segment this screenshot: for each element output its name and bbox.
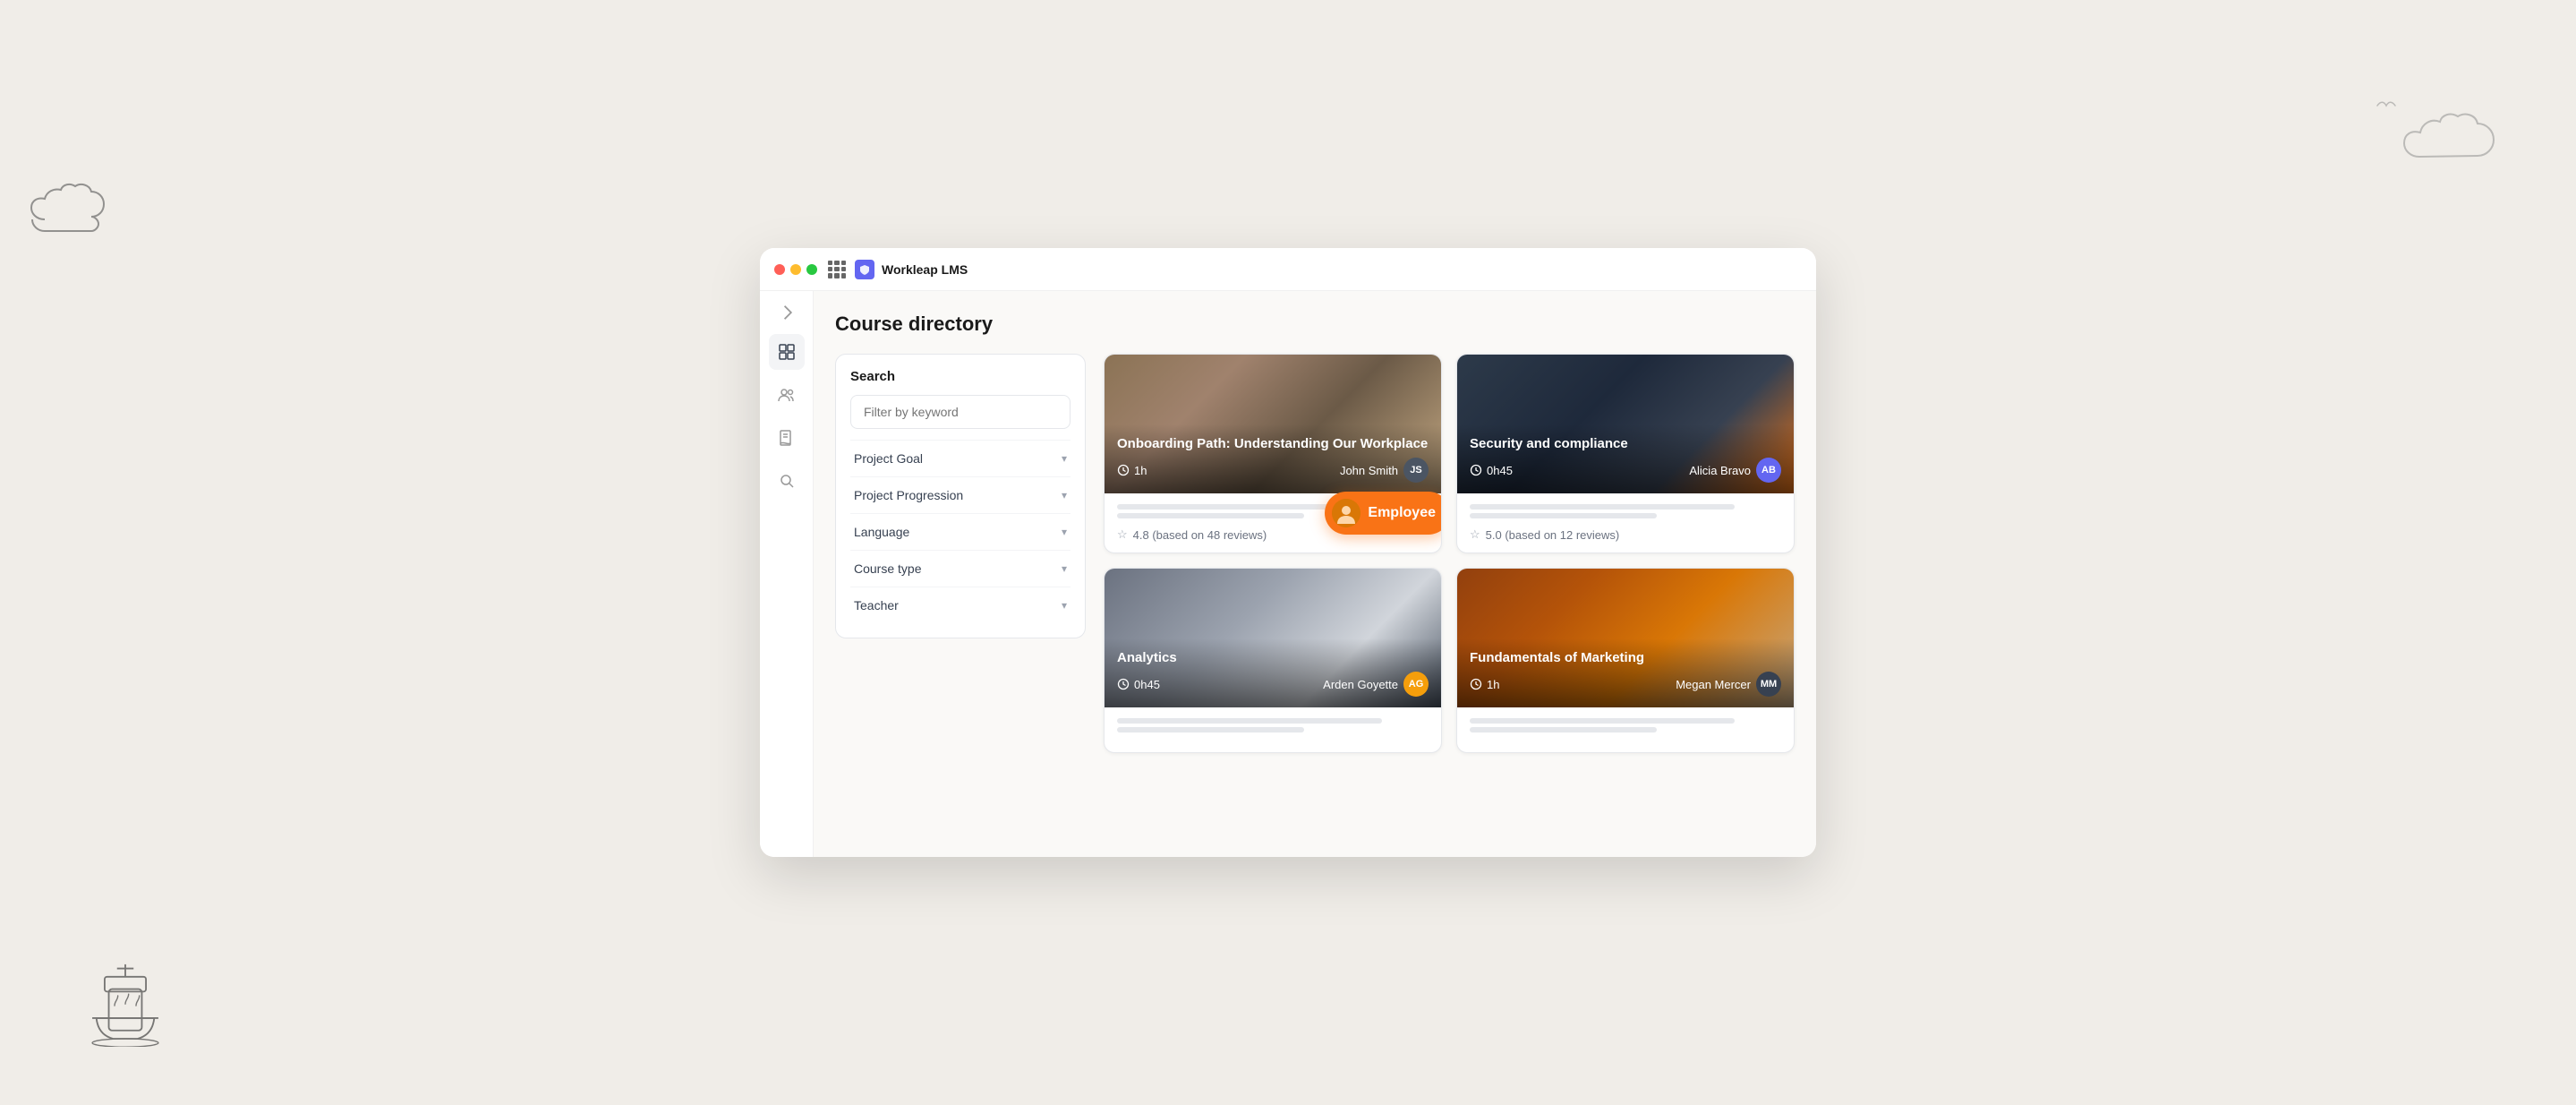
teacher-avatar-ab: AB xyxy=(1756,458,1781,483)
filter-panel: Search Project Goal ▾ Project Progressio… xyxy=(835,354,1086,638)
course-meta-3: 0h45 Arden Goyette AG xyxy=(1117,672,1429,697)
employee-label: Employee xyxy=(1368,505,1436,521)
rating-bar-6 xyxy=(1117,727,1304,732)
rating-bars-4 xyxy=(1470,718,1781,732)
sidebar-item-grid[interactable] xyxy=(769,334,805,370)
chevron-down-icon: ▾ xyxy=(1062,489,1067,501)
filter-item-language[interactable]: Language ▾ xyxy=(850,513,1070,550)
maximize-dot[interactable] xyxy=(806,264,817,275)
course-overlay-2: Security and compliance 0h45 xyxy=(1457,424,1794,494)
course-title-2: Security and compliance xyxy=(1470,435,1781,453)
cloud-decoration-left xyxy=(27,179,134,233)
teacher-avatar-ag: AG xyxy=(1403,672,1429,697)
page-title: Course directory xyxy=(835,313,1795,336)
course-card-image-4: Fundamentals of Marketing 1h xyxy=(1457,569,1794,707)
filter-label-course-type: Course type xyxy=(854,561,921,576)
star-icon: ☆ xyxy=(1117,527,1128,542)
star-icon: ☆ xyxy=(1470,527,1480,542)
course-card-2[interactable]: Security and compliance 0h45 xyxy=(1456,354,1795,553)
sidebar-expand-button[interactable] xyxy=(776,302,798,323)
rating-bars-3 xyxy=(1117,718,1429,732)
course-card-image-2: Security and compliance 0h45 xyxy=(1457,355,1794,493)
course-duration-3: 0h45 xyxy=(1117,678,1160,691)
app-grid-icon xyxy=(828,261,846,278)
rating-bar-3 xyxy=(1470,504,1735,510)
sidebar xyxy=(760,291,814,857)
employee-tooltip: Employee xyxy=(1325,492,1442,535)
window-controls xyxy=(774,264,817,275)
sidebar-item-book[interactable] xyxy=(769,420,805,456)
filter-keyword-input[interactable] xyxy=(850,395,1070,429)
filter-item-course-type[interactable]: Course type ▾ xyxy=(850,550,1070,587)
rating-bar-8 xyxy=(1470,727,1657,732)
app-window: Workleap LMS xyxy=(760,248,1816,857)
title-bar: Workleap LMS xyxy=(760,248,1816,291)
course-card-1[interactable]: Onboarding Path: Understanding Our Workp… xyxy=(1104,354,1442,553)
app-title: Workleap LMS xyxy=(882,262,968,277)
course-duration-2: 0h45 xyxy=(1470,464,1513,477)
course-card-bottom-2: ☆ 5.0 (based on 12 reviews) xyxy=(1457,493,1794,552)
course-teacher-3: Arden Goyette AG xyxy=(1323,672,1429,697)
chevron-down-icon: ▾ xyxy=(1062,526,1067,538)
course-card-image-1: Onboarding Path: Understanding Our Workp… xyxy=(1105,355,1441,493)
bird-decoration xyxy=(2376,99,2397,117)
filter-label-language: Language xyxy=(854,525,909,539)
course-teacher-2: Alicia Bravo AB xyxy=(1689,458,1781,483)
course-overlay-4: Fundamentals of Marketing 1h xyxy=(1457,638,1794,708)
chevron-down-icon: ▾ xyxy=(1062,562,1067,575)
course-title-3: Analytics xyxy=(1117,649,1429,667)
app-body: Course directory Search Project Goal ▾ P… xyxy=(760,291,1816,857)
course-meta-1: 1h John Smith JS xyxy=(1117,458,1429,483)
sidebar-item-search[interactable] xyxy=(769,463,805,499)
filter-label-project-goal: Project Goal xyxy=(854,451,923,466)
course-duration-4: 1h xyxy=(1470,678,1499,691)
coffee-decoration xyxy=(72,931,179,1051)
filter-label-teacher: Teacher xyxy=(854,598,899,612)
close-dot[interactable] xyxy=(774,264,785,275)
course-teacher-1: John Smith JS xyxy=(1340,458,1429,483)
rating-bars-2 xyxy=(1470,504,1781,518)
rating-bar-4 xyxy=(1470,513,1657,518)
course-overlay-1: Onboarding Path: Understanding Our Workp… xyxy=(1105,424,1441,494)
course-title-1: Onboarding Path: Understanding Our Workp… xyxy=(1117,435,1429,453)
chevron-down-icon: ▾ xyxy=(1062,599,1067,612)
course-teacher-4: Megan Mercer MM xyxy=(1676,672,1781,697)
course-card-4[interactable]: Fundamentals of Marketing 1h xyxy=(1456,568,1795,753)
teacher-avatar-mm: MM xyxy=(1756,672,1781,697)
sidebar-item-users[interactable] xyxy=(769,377,805,413)
minimize-dot[interactable] xyxy=(790,264,801,275)
course-card-bottom-4 xyxy=(1457,707,1794,752)
app-logo xyxy=(855,260,874,279)
filter-section-title: Search xyxy=(850,369,1070,384)
course-rating-2: ☆ 5.0 (based on 12 reviews) xyxy=(1470,527,1781,542)
filter-item-teacher[interactable]: Teacher ▾ xyxy=(850,587,1070,623)
rating-bar-2 xyxy=(1117,513,1304,518)
course-card-3[interactable]: Analytics 0h45 xyxy=(1104,568,1442,753)
course-card-bottom-3 xyxy=(1105,707,1441,752)
filter-item-project-progression[interactable]: Project Progression ▾ xyxy=(850,476,1070,513)
course-title-4: Fundamentals of Marketing xyxy=(1470,649,1781,667)
course-grid: Onboarding Path: Understanding Our Workp… xyxy=(1104,354,1795,753)
course-meta-2: 0h45 Alicia Bravo AB xyxy=(1470,458,1781,483)
rating-bar-5 xyxy=(1117,718,1382,724)
course-duration-1: 1h xyxy=(1117,464,1147,477)
teacher-avatar-js: JS xyxy=(1403,458,1429,483)
filter-item-project-goal[interactable]: Project Goal ▾ xyxy=(850,440,1070,476)
employee-avatar xyxy=(1332,499,1361,527)
main-content: Course directory Search Project Goal ▾ P… xyxy=(814,291,1816,857)
course-card-image-3: Analytics 0h45 xyxy=(1105,569,1441,707)
course-meta-4: 1h Megan Mercer MM xyxy=(1470,672,1781,697)
chevron-down-icon: ▾ xyxy=(1062,452,1067,465)
course-overlay-3: Analytics 0h45 xyxy=(1105,638,1441,708)
content-layout: Search Project Goal ▾ Project Progressio… xyxy=(835,354,1795,753)
rating-bar-7 xyxy=(1470,718,1735,724)
cloud-decoration-right xyxy=(2397,107,2522,184)
filter-label-project-progression: Project Progression xyxy=(854,488,963,502)
